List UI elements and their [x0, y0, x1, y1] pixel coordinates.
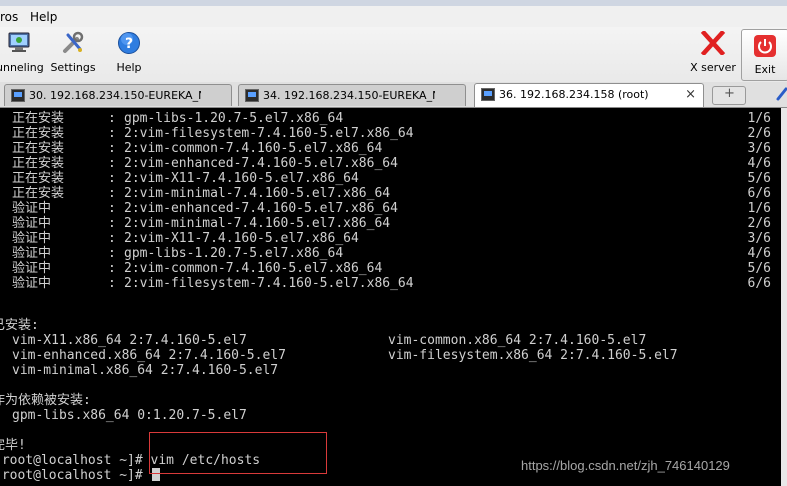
- tab-session-34[interactable]: 34. 192.168.234.150-EUREKA_N1: [238, 84, 466, 106]
- install-log-row: 验证中:2:vim-common-7.4.160-5.el7.x86_64 5/6: [12, 261, 771, 276]
- terminal-icon: [245, 89, 259, 102]
- close-tab-icon[interactable]: ×: [685, 87, 696, 102]
- dependency-row: gpm-libs.x86_64 0:1.20.7-5.el7: [12, 408, 247, 423]
- svg-text:?: ?: [125, 36, 133, 52]
- new-tab-button[interactable]: +: [712, 86, 746, 105]
- power-icon: [754, 35, 776, 57]
- tab-session-30[interactable]: 30. 192.168.234.150-EUREKA_N1: [4, 84, 232, 106]
- tunneling-button[interactable]: unneling: [0, 27, 44, 82]
- install-log-row: 正在安装:2:vim-enhanced-7.4.160-5.el7.x86_64…: [12, 156, 771, 171]
- installed-row: vim-X11.x86_64 2:7.4.160-5.el7 vim-common…: [12, 333, 647, 348]
- installed-header: 已安装:: [0, 318, 39, 333]
- done-message: 完毕!: [0, 438, 26, 453]
- install-log-row: 正在安装: gpm-libs-1.20.7-5.el7.x86_64 1/6: [12, 111, 771, 126]
- window-top-edge: [0, 0, 787, 6]
- terminal-output[interactable]: 正在安装: gpm-libs-1.20.7-5.el7.x86_64 1/6 正在安装…: [0, 108, 781, 486]
- pen-icon[interactable]: [775, 86, 787, 102]
- install-log-row: 验证中: gpm-libs-1.20.7-5.el7.x86_64 4/6: [12, 246, 771, 261]
- dependency-header: 作为依赖被安装:: [0, 393, 91, 408]
- plus-icon: +: [724, 86, 735, 101]
- tunneling-icon: [8, 32, 30, 52]
- install-log-row: 验证中:2:vim-X11-7.4.160-5.el7.x86_64 3/6: [12, 231, 771, 246]
- help-button[interactable]: ? Help: [106, 27, 152, 82]
- tab-label: 34. 192.168.234.150-EUREKA_N1: [263, 89, 435, 102]
- install-log-row: 验证中:2:vim-minimal-7.4.160-5.el7.x86_64 2/…: [12, 216, 771, 231]
- install-log-row: 验证中:2:vim-enhanced-7.4.160-5.el7.x86_64 1…: [12, 201, 771, 216]
- menu-bar: ros Help: [0, 0, 787, 28]
- toolbar: unneling Settings ? Help X server Exit: [0, 27, 787, 83]
- installed-row: vim-enhanced.x86_64 2:7.4.160-5.el7 vim-f…: [12, 348, 678, 363]
- menu-help[interactable]: Help: [30, 10, 57, 24]
- terminal-scrollbar[interactable]: [781, 108, 787, 486]
- watermark: https://blog.csdn.net/zjh_746140129: [521, 458, 730, 473]
- tab-label: 30. 192.168.234.150-EUREKA_N1: [29, 89, 201, 102]
- install-log-row: 正在安装:2:vim-X11-7.4.160-5.el7.x86_64 5/6: [12, 171, 771, 186]
- tab-label: 36. 192.168.234.158 (root): [499, 88, 649, 101]
- prompt-line: [root@localhost ~]# vim /etc/hosts: [0, 453, 261, 468]
- install-log-row: 正在安装:2:vim-common-7.4.160-5.el7.x86_64 3/…: [12, 141, 771, 156]
- exit-button[interactable]: Exit: [741, 29, 787, 81]
- install-log-row: 正在安装:2:vim-filesystem-7.4.160-5.el7.x86_…: [12, 126, 771, 141]
- install-log-row: 验证中:2:vim-filesystem-7.4.160-5.el7.x86_6…: [12, 276, 771, 291]
- install-log-row: 正在安装:2:vim-minimal-7.4.160-5.el7.x86_64 6…: [12, 186, 771, 201]
- xserver-button[interactable]: X server: [688, 27, 738, 82]
- exit-label: Exit: [754, 63, 776, 76]
- settings-button[interactable]: Settings: [50, 27, 96, 82]
- tab-session-36[interactable]: 36. 192.168.234.158 (root) ×: [474, 83, 704, 107]
- help-icon: ?: [118, 32, 140, 54]
- xserver-icon: [700, 31, 726, 55]
- menu-macros[interactable]: ros: [0, 10, 18, 24]
- highlight-annotation-box: [149, 432, 327, 474]
- session-tab-bar: 30. 192.168.234.150-EUREKA_N1 34. 192.16…: [0, 82, 787, 108]
- terminal-icon: [481, 88, 495, 101]
- terminal-icon: [11, 89, 25, 102]
- prompt-line-current[interactable]: [root@localhost ~]#: [0, 453, 160, 483]
- installed-row: vim-minimal.x86_64 2:7.4.160-5.el7: [12, 363, 279, 378]
- settings-wrench-icon: [63, 31, 84, 53]
